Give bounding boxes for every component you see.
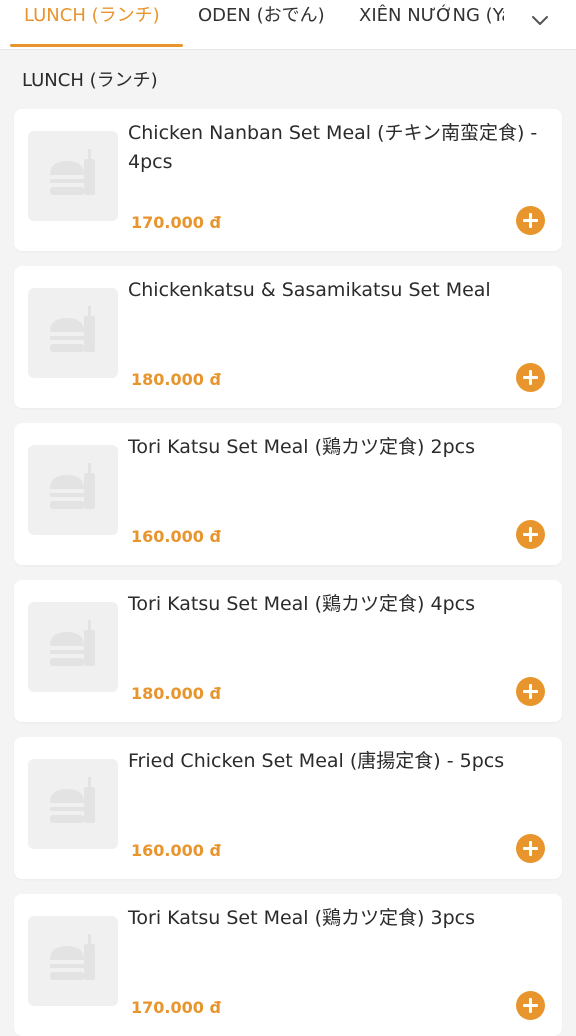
item-price: 170.000 đ — [131, 998, 221, 1017]
item-name: Chicken Nanban Set Meal (チキン南蛮定食) - 4pcs — [128, 122, 538, 173]
food-placeholder-icon — [28, 759, 118, 849]
tab-xien-nuong[interactable]: XIÊN NƯỚNG (Ya — [359, 0, 504, 48]
food-placeholder-icon — [28, 131, 118, 221]
add-item-button[interactable] — [516, 206, 545, 235]
food-placeholder-icon — [28, 288, 118, 378]
item-name: Fried Chicken Set Meal (唐揚定食) - 5pcs — [128, 750, 505, 772]
menu-item-card[interactable]: Tori Katsu Set Meal (鶏カツ定食) 3pcs 170.000… — [14, 894, 562, 1036]
menu-item-card[interactable]: Chicken Nanban Set Meal (チキン南蛮定食) - 4pcs… — [14, 109, 562, 251]
item-price: 170.000 đ — [131, 213, 221, 232]
menu-item-card[interactable]: Tori Katsu Set Meal (鶏カツ定食) 2pcs 160.000… — [14, 423, 562, 565]
food-placeholder-icon — [28, 916, 118, 1006]
section-title: LUNCH (ランチ) — [22, 70, 158, 91]
tab-lunch[interactable]: LUNCH (ランチ) — [24, 0, 174, 48]
add-item-button[interactable] — [516, 834, 545, 863]
food-placeholder-icon — [28, 445, 118, 535]
item-name: Tori Katsu Set Meal (鶏カツ定食) 2pcs — [128, 436, 475, 458]
add-item-button[interactable] — [516, 991, 545, 1020]
item-price: 160.000 đ — [131, 527, 221, 546]
food-placeholder-icon — [28, 602, 118, 692]
item-price: 180.000 đ — [131, 684, 221, 703]
menu-item-card[interactable]: Tori Katsu Set Meal (鶏カツ定食) 4pcs 180.000… — [14, 580, 562, 722]
add-item-button[interactable] — [516, 363, 545, 392]
active-tab-indicator — [10, 44, 183, 47]
item-price: 180.000 đ — [131, 370, 221, 389]
menu-item-card[interactable]: Fried Chicken Set Meal (唐揚定食) - 5pcs 160… — [14, 737, 562, 879]
menu-item-card[interactable]: Chickenkatsu & Sasamikatsu Set Meal 180.… — [14, 266, 562, 408]
category-tabbar: LUNCH (ランチ) ODEN (おでん) XIÊN NƯỚNG (Ya — [0, 0, 576, 50]
item-name: Tori Katsu Set Meal (鶏カツ定食) 4pcs — [128, 593, 475, 615]
add-item-button[interactable] — [516, 677, 545, 706]
tab-oden[interactable]: ODEN (おでん) — [198, 0, 338, 48]
item-name: Tori Katsu Set Meal (鶏カツ定食) 3pcs — [128, 907, 475, 929]
item-name: Chickenkatsu & Sasamikatsu Set Meal — [128, 279, 491, 301]
add-item-button[interactable] — [516, 520, 545, 549]
chevron-down-icon[interactable] — [528, 8, 552, 32]
item-price: 160.000 đ — [131, 841, 221, 860]
